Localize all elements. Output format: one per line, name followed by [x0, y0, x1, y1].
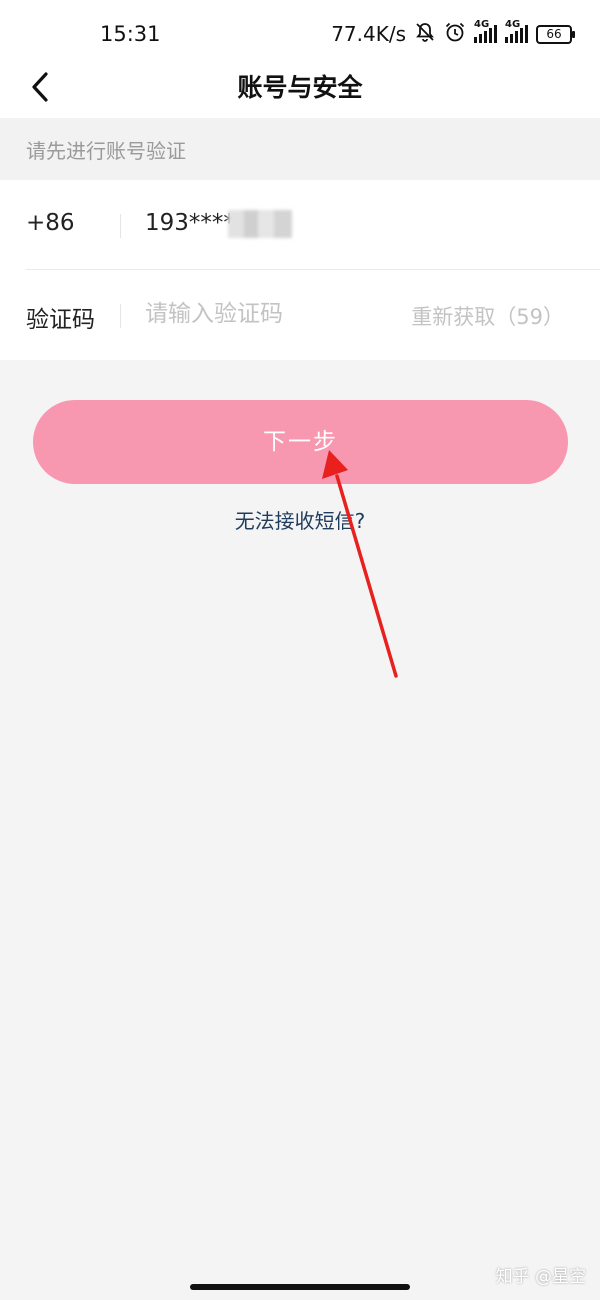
verification-form: +86 193**** 验证码 重新获取（59） [0, 180, 600, 360]
phone-number: 193**** [145, 210, 235, 236]
status-indicators: 77.4K/s 4G 4G 66 [331, 19, 575, 48]
phone-row: +86 193**** [0, 180, 600, 270]
verification-code-input[interactable] [145, 296, 395, 332]
signal-strength-icon: 4G [505, 19, 528, 43]
cannot-receive-sms-link[interactable]: 无法接收短信? [0, 505, 600, 534]
signal-4g-label: 4G [505, 19, 521, 30]
watermark: 知乎 @星空 [495, 1267, 586, 1287]
hint-text: 请先进行账号验证 [26, 139, 186, 163]
back-button[interactable] [22, 66, 70, 114]
country-code: +86 [26, 210, 75, 236]
code-label: 验证码 [26, 307, 95, 333]
signal-4g-label: 4G [474, 19, 490, 30]
network-speed: 77.4K/s [331, 22, 406, 46]
home-indicator[interactable] [190, 1284, 410, 1290]
signal-strength-icon: 4G [474, 19, 497, 43]
next-step-button[interactable]: 下一步 [33, 400, 568, 484]
alarm-clock-icon [444, 21, 466, 47]
page-title: 账号与安全 [237, 73, 363, 102]
chevron-left-icon [32, 72, 48, 102]
code-row: 验证码 重新获取（59） [0, 270, 600, 360]
resend-code-button[interactable]: 重新获取（59） [411, 301, 564, 331]
divider [120, 214, 121, 238]
battery-icon: 66 [536, 24, 575, 44]
divider [120, 304, 121, 328]
bell-muted-icon [414, 21, 436, 47]
blurred-phone-digits [228, 210, 292, 238]
navigation-bar: 账号与安全 [0, 62, 600, 118]
verification-hint: 请先进行账号验证 [0, 118, 600, 180]
status-time: 15:31 [100, 22, 161, 46]
status-bar: 15:31 77.4K/s 4G 4G 66 [0, 0, 600, 62]
